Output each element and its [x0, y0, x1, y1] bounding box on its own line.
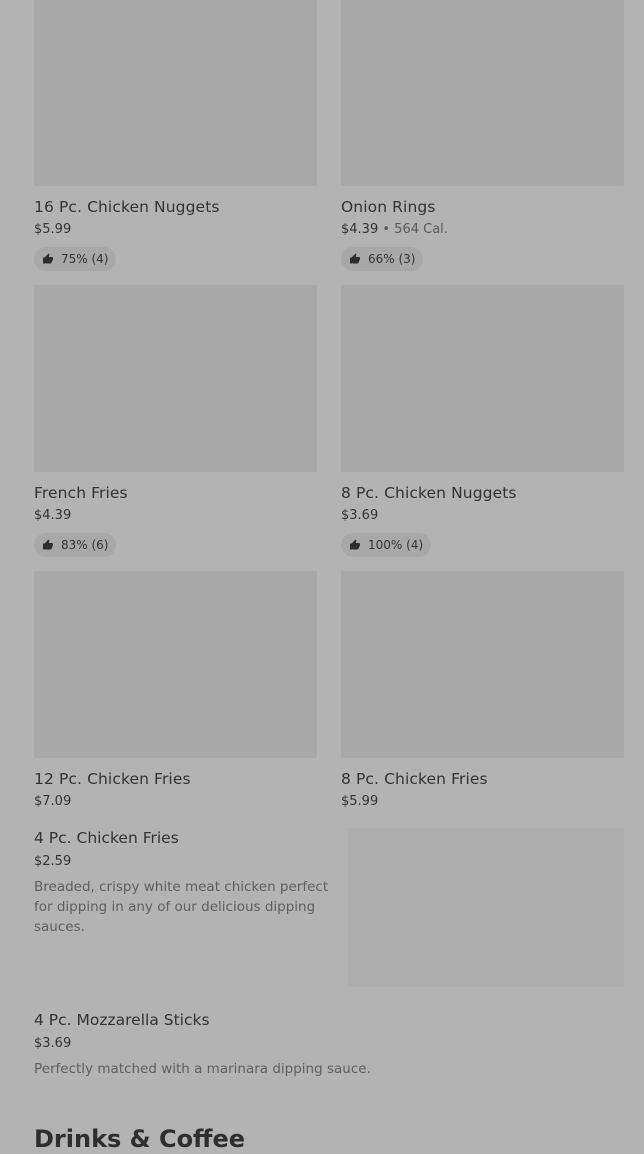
menu-item-image — [341, 571, 624, 758]
menu-item-price: $2.59 — [34, 854, 72, 869]
menu-item-price-line: $4.39 • 564 Cal. — [341, 222, 624, 238]
menu-list-item[interactable]: 4 Pc. Chicken Fries $2.59 Breaded, crisp… — [34, 829, 336, 937]
menu-item-name: 4 Pc. Mozzarella Sticks — [34, 1011, 210, 1029]
rating-badge: 83% (6) — [34, 533, 117, 557]
menu-item-price-line: $5.99 — [341, 794, 624, 810]
rating-text: 66% (3) — [368, 252, 416, 266]
menu-item-image — [34, 571, 317, 758]
menu-item-description: Perfectly matched with a marinara dippin… — [34, 1061, 371, 1077]
menu-item-image — [341, 0, 624, 186]
rating-badge: 75% (4) — [34, 247, 117, 271]
thumbs-up-icon — [43, 253, 53, 264]
menu-item-name: 16 Pc. Chicken Nuggets — [34, 198, 220, 216]
menu-item-price: $5.99 — [34, 222, 72, 237]
menu-item-image — [341, 285, 624, 472]
menu-item-price: $5.99 — [341, 794, 379, 809]
rating-text: 100% (4) — [368, 538, 424, 552]
calorie-separator: • — [382, 222, 391, 237]
menu-item-card[interactable]: 16 Pc. Chicken Nuggets $5.99 75% (4) — [34, 0, 317, 271]
menu-item-price: $4.39 — [34, 508, 72, 523]
menu-item-price-line: $4.39 — [34, 508, 317, 524]
menu-list-item[interactable]: 4 Pc. Mozzarella Sticks $3.69 Perfectly … — [34, 1011, 624, 1079]
menu-item-name: 8 Pc. Chicken Fries — [341, 770, 488, 788]
menu-item-image — [34, 285, 317, 472]
menu-item-description: Breaded, crispy white meat chicken perfe… — [34, 879, 329, 935]
menu-item-card[interactable]: Onion Rings $4.39 • 564 Cal. 66% (3) — [341, 0, 624, 271]
thumbs-up-icon — [350, 253, 360, 264]
rating-text: 83% (6) — [61, 538, 109, 552]
menu-item-image[interactable] — [348, 828, 624, 987]
menu-item-price-line: $7.09 — [34, 794, 317, 810]
menu-item-price: $3.69 — [34, 1036, 72, 1051]
menu-item-card[interactable]: French Fries $4.39 83% (6) — [34, 285, 317, 557]
menu-item-price: $3.69 — [341, 508, 379, 523]
menu-item-name: French Fries — [34, 484, 128, 502]
thumbs-up-icon — [43, 539, 53, 550]
menu-item-name: 12 Pc. Chicken Fries — [34, 770, 191, 788]
menu-item-price: $4.39 — [341, 222, 379, 237]
rating-badge: 66% (3) — [341, 247, 424, 271]
menu-item-name: 8 Pc. Chicken Nuggets — [341, 484, 517, 502]
menu-item-name: Onion Rings — [341, 198, 436, 216]
menu-item-price-line: $3.69 — [341, 508, 624, 524]
rating-text: 75% (4) — [61, 252, 109, 266]
section-heading: Drinks & Coffee — [34, 1125, 246, 1153]
menu-item-card[interactable]: 8 Pc. Chicken Fries $5.99 — [341, 571, 624, 810]
rating-badge: 100% (4) — [341, 533, 432, 557]
menu-item-price: $7.09 — [34, 794, 72, 809]
menu-item-name: 4 Pc. Chicken Fries — [34, 829, 179, 847]
menu-item-calories: 564 Cal. — [394, 222, 448, 237]
menu-item-image — [34, 0, 317, 186]
menu-item-card[interactable]: 12 Pc. Chicken Fries $7.09 — [34, 571, 317, 810]
menu-item-card[interactable]: 8 Pc. Chicken Nuggets $3.69 100% (4) — [341, 285, 624, 557]
thumbs-up-icon — [350, 539, 360, 550]
menu-item-price-line: $5.99 — [34, 222, 317, 238]
